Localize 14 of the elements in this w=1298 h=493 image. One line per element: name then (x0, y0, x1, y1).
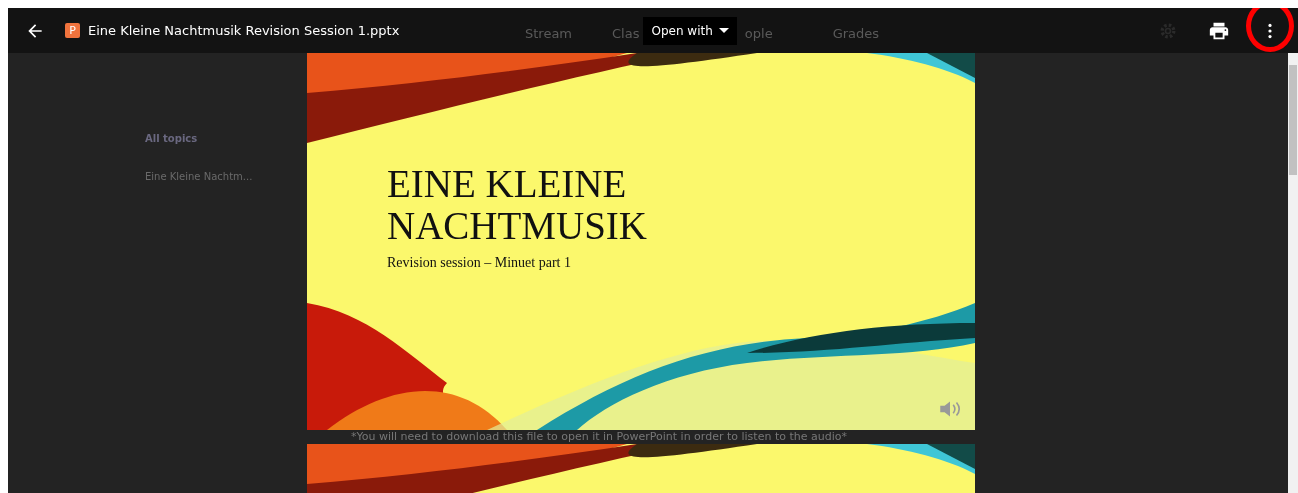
background-tab-label: Grades (831, 26, 881, 41)
background-heading: All topics (145, 133, 198, 144)
scrollbar[interactable] (1288, 53, 1298, 493)
background-topic: Eine Kleine Nachtm... (145, 171, 253, 182)
file-title: Eine Kleine Nachtmusik Revision Session 1.pptx (88, 23, 400, 38)
background-tab-label: Stream (524, 26, 574, 41)
background-tab-label: ople (743, 26, 774, 41)
background-note: *You will need to download this file to open it in PowerPoint in order to listen to the audio* (350, 430, 848, 444)
caret-icon (718, 28, 729, 33)
slide-title: EINE KLEINE NACHTMUSIK (387, 163, 647, 247)
slide-subtitle: Revision session – Minuet part 1 (387, 255, 571, 271)
more-options-icon[interactable] (1267, 22, 1273, 39)
open-with-button[interactable]: Open with (643, 16, 737, 45)
file-type-icon: P (65, 23, 80, 38)
